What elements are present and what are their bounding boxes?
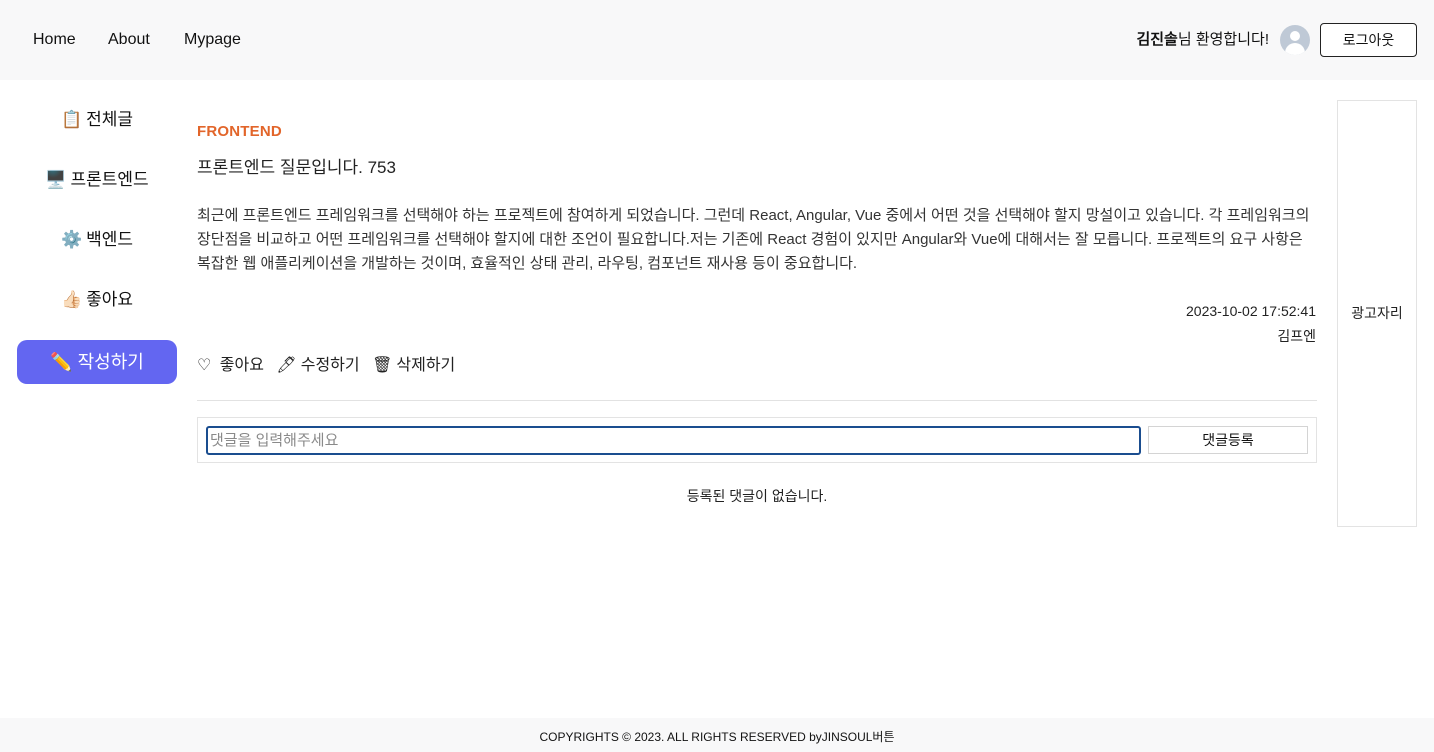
sidebar-item-all[interactable]: 📋 전체글 <box>17 100 177 140</box>
welcome-suffix: 님 환영합니다! <box>1177 31 1269 48</box>
edit-button[interactable]: 🖊 수정하기 <box>276 351 363 375</box>
write-post-label: 작성하기 <box>77 352 144 372</box>
user-name: 김진솔 <box>1136 31 1178 48</box>
clipboard-icon: 📋 <box>60 110 83 129</box>
post-body: 최근에 프론트엔드 프레임워크를 선택해야 하는 프로젝트에 참여하게 되었습니… <box>197 207 1310 272</box>
pencil-icon: ✏️ <box>50 352 73 372</box>
gear-icon: ⚙️ <box>60 230 83 249</box>
comment-input[interactable] <box>206 426 1141 455</box>
welcome-message: 김진솔님 환영합니다! <box>1136 30 1269 50</box>
sidebar-item-likes[interactable]: 👍🏻 좋아요 <box>17 280 177 320</box>
comment-form: 댓글등록 <box>197 417 1317 463</box>
comment-submit-button[interactable]: 댓글등록 <box>1148 426 1308 454</box>
ad-placeholder: 광고자리 <box>1337 100 1417 527</box>
sidebar-item-label: 전체글 <box>86 110 134 129</box>
thumbs-up-icon: 👍🏻 <box>60 290 83 309</box>
trash-icon: 🗑 <box>372 357 393 374</box>
post-date: 2023-10-02 17:52:41 <box>1186 303 1316 319</box>
delete-label: 삭제하기 <box>396 357 456 374</box>
desktop-computer-icon: 🖥️ <box>45 170 67 189</box>
heart-icon: ♡ <box>197 357 212 374</box>
avatar-body-shape <box>1285 43 1305 55</box>
sidebar-item-label: 백엔드 <box>86 230 134 249</box>
sidebar-item-label: 프론트엔드 <box>70 170 149 189</box>
sidebar-item-frontend[interactable]: 🖥️ 프론트엔드 <box>17 160 177 200</box>
divider <box>197 400 1317 401</box>
post-author: 김프엔 <box>1277 328 1316 344</box>
like-button[interactable]: ♡ 좋아요 <box>197 351 268 375</box>
sidebar-item-backend[interactable]: ⚙️ 백엔드 <box>17 220 177 260</box>
top-header: Home About Mypage 김진솔님 환영합니다! 로그아웃 <box>0 0 1434 80</box>
sidebar-item-label: 좋아요 <box>86 290 134 309</box>
avatar-head-shape <box>1290 31 1300 41</box>
post-category: FRONTEND <box>197 123 282 140</box>
edit-label: 수정하기 <box>300 357 360 374</box>
empty-comments-message: 등록된 댓글이 없습니다. <box>686 488 828 504</box>
logout-button[interactable]: 로그아웃 <box>1320 23 1417 57</box>
like-label: 좋아요 <box>219 357 264 374</box>
footer: COPYRIGHTS © 2023. ALL RIGHTS RESERVED b… <box>0 718 1434 752</box>
nav-mypage-link[interactable]: Mypage <box>184 30 241 50</box>
post-actions: ♡ 좋아요 🖊 수정하기 🗑 삭제하기 <box>197 351 463 375</box>
nav-home-link[interactable]: Home <box>33 30 76 50</box>
write-post-button[interactable]: ✏️ 작성하기 <box>17 340 177 384</box>
post-title: 프론트엔드 질문입니다. 753 <box>197 158 396 177</box>
delete-button[interactable]: 🗑 삭제하기 <box>372 351 459 375</box>
nav-about-link[interactable]: About <box>108 30 150 50</box>
user-avatar[interactable] <box>1280 25 1310 55</box>
pen-icon: 🖊 <box>276 357 297 374</box>
